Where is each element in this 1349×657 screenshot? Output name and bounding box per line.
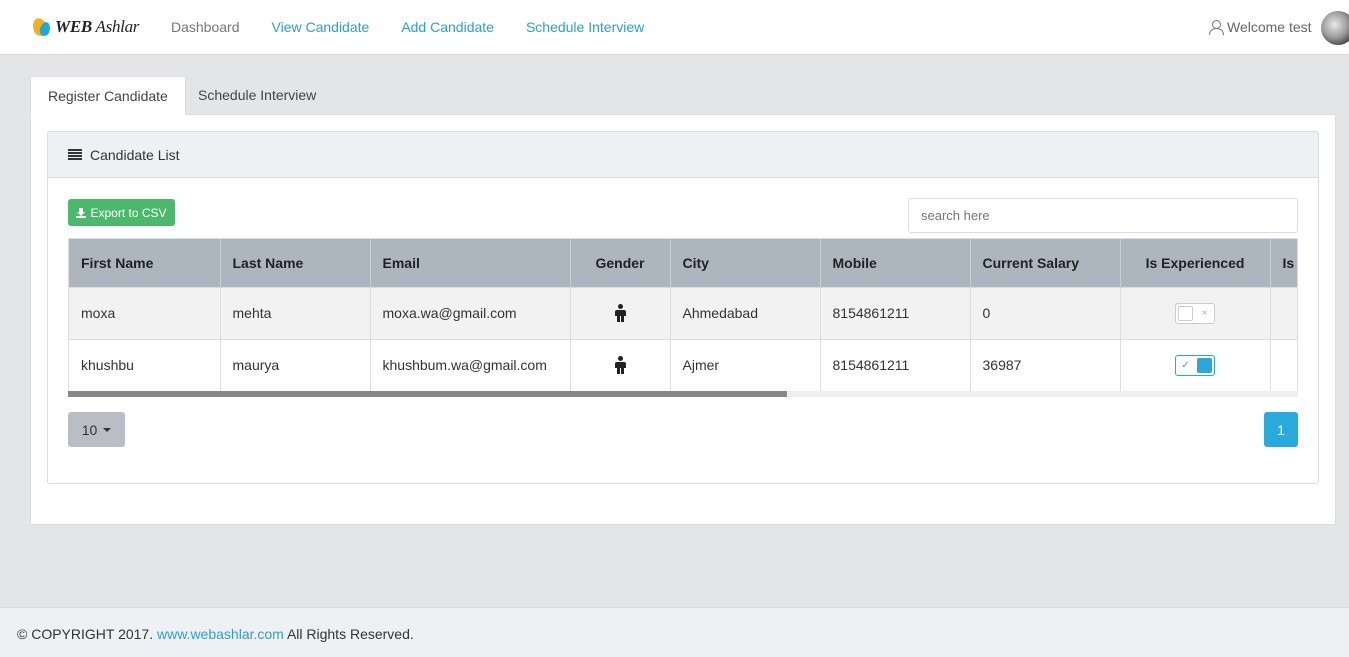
top-navbar: WEB Ashlar Dashboard View Candidate Add … — [0, 0, 1349, 55]
card-title: Candidate List — [90, 146, 180, 163]
cell-mobile: 8154861211 — [820, 338, 971, 391]
page-button-1[interactable]: 1 — [1264, 412, 1298, 447]
experienced-toggle[interactable]: × — [1175, 302, 1215, 324]
col-gender[interactable]: Gender — [570, 239, 671, 287]
cell-is-experienced: ✓ — [1120, 338, 1271, 391]
card-header: Candidate List — [48, 132, 1318, 178]
table-header-row: First Name Last Name Email Gender City M… — [69, 239, 1297, 287]
candidate-table: First Name Last Name Email Gender City M… — [69, 239, 1297, 391]
experienced-toggle[interactable]: ✓ — [1175, 354, 1215, 376]
col-city[interactable]: City — [670, 239, 821, 287]
cell-city: Ahmedabad — [670, 286, 821, 339]
cell-mobile: 8154861211 — [820, 286, 971, 339]
col-email[interactable]: Email — [370, 239, 571, 287]
copyright-text: © COPYRIGHT 2017. — [17, 626, 157, 642]
nav-add-candidate[interactable]: Add Candidate — [401, 19, 494, 35]
cell-salary: 0 — [970, 286, 1121, 339]
table-row[interactable]: moxa mehta moxa.wa@gmail.com Ahmedabad 8… — [69, 286, 1297, 339]
footer-text: © COPYRIGHT 2017. www.webashlar.com All … — [17, 626, 414, 642]
download-icon — [76, 207, 87, 218]
cell-first-name: moxa — [69, 286, 221, 339]
avatar[interactable] — [1321, 11, 1349, 45]
list-icon — [68, 149, 82, 160]
col-current-salary[interactable]: Current Salary — [970, 239, 1121, 287]
cell-email: khushbum.wa@gmail.com — [370, 338, 571, 391]
col-is-experienced[interactable]: Is Experienced — [1120, 239, 1271, 287]
nav-dashboard[interactable]: Dashboard — [171, 19, 240, 35]
table-row[interactable]: khushbu maurya khushbum.wa@gmail.com Ajm… — [69, 338, 1297, 391]
cell-is-experienced: × — [1120, 286, 1271, 339]
cell-city: Ajmer — [670, 338, 821, 391]
cell-truncated — [1270, 286, 1297, 339]
male-icon — [615, 356, 626, 375]
male-icon — [615, 304, 626, 323]
col-is-truncated[interactable]: Is — [1270, 239, 1297, 287]
col-mobile[interactable]: Mobile — [820, 239, 971, 287]
col-first-name[interactable]: First Name — [69, 239, 221, 287]
tab-schedule-interview[interactable]: Schedule Interview — [181, 76, 333, 115]
col-last-name[interactable]: Last Name — [220, 239, 371, 287]
cell-first-name: khushbu — [69, 338, 221, 391]
user-icon — [1209, 20, 1224, 35]
cell-truncated — [1270, 338, 1297, 391]
cell-gender — [570, 286, 671, 339]
scrollbar-thumb[interactable] — [68, 391, 787, 397]
cell-email: moxa.wa@gmail.com — [370, 286, 571, 339]
cell-salary: 36987 — [970, 338, 1121, 391]
export-csv-button[interactable]: Export to CSV — [68, 199, 175, 226]
page-size-dropdown[interactable]: 10 — [68, 412, 125, 447]
logo-text-web: WEB — [55, 17, 92, 36]
brand-logo[interactable]: WEB Ashlar — [30, 14, 140, 40]
caret-down-icon — [103, 427, 112, 432]
logo-text-rest: Ashlar — [91, 17, 140, 36]
candidate-table-wrapper: First Name Last Name Email Gender City M… — [68, 238, 1298, 397]
main-nav: Dashboard View Candidate Add Candidate S… — [171, 19, 644, 35]
cell-gender — [570, 338, 671, 391]
logo-icon — [30, 16, 53, 38]
export-csv-label: Export to CSV — [90, 205, 167, 220]
tab-register-candidate[interactable]: Register Candidate — [30, 76, 186, 115]
nav-view-candidate[interactable]: View Candidate — [272, 19, 370, 35]
search-input[interactable] — [908, 198, 1298, 233]
horizontal-scrollbar[interactable] — [68, 391, 1298, 397]
page-size-value: 10 — [81, 421, 98, 438]
footer: © COPYRIGHT 2017. www.webashlar.com All … — [0, 607, 1349, 657]
welcome-text: Welcome test — [1227, 19, 1312, 35]
cell-last-name: mehta — [220, 286, 371, 339]
user-welcome[interactable]: Welcome test — [1209, 19, 1312, 35]
rights-text: All Rights Reserved. — [283, 626, 414, 642]
nav-schedule-interview[interactable]: Schedule Interview — [526, 19, 644, 35]
footer-link[interactable]: www.webashlar.com — [157, 626, 284, 642]
cell-last-name: maurya — [220, 338, 371, 391]
